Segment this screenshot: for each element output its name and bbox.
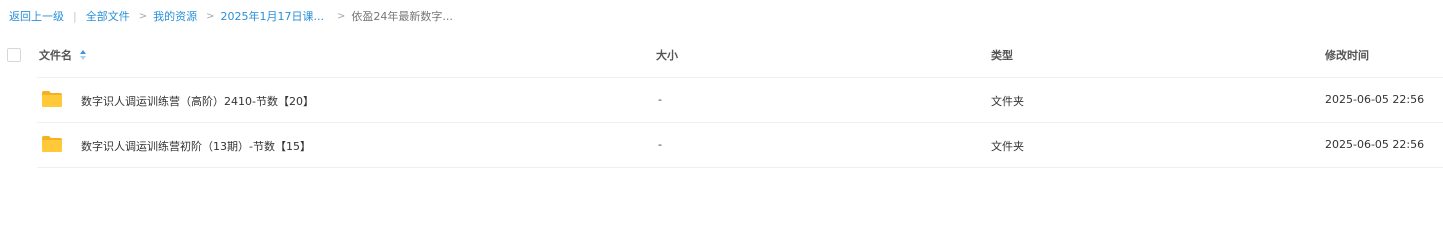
file-size: - (658, 138, 662, 151)
breadcrumb: 返回上一级 | 全部文件 > 我的资源 > 2025年1月17日课... > 依… (9, 7, 453, 25)
back-link[interactable]: 返回上一级 (9, 8, 64, 24)
chevron-right-icon: > (336, 10, 346, 22)
file-modified: 2025-06-05 22:56 (1325, 138, 1425, 151)
file-name[interactable]: 数字识人调运训练营初阶（13期）-节数【15】 (81, 138, 311, 154)
breadcrumb-course-folder[interactable]: 2025年1月17日课... (221, 8, 324, 24)
select-all-checkbox[interactable] (7, 48, 21, 62)
folder-icon (42, 136, 62, 152)
breadcrumb-my-resources[interactable]: 我的资源 (153, 8, 197, 24)
table-row[interactable]: 数字识人调运训练营（高阶）2410-节数【20】 - 文件夹 2025-06-0… (37, 77, 1443, 122)
column-header-type[interactable]: 类型 (991, 47, 1013, 63)
column-header-modified[interactable]: 修改时间 (1325, 47, 1369, 63)
column-header-size[interactable]: 大小 (656, 47, 678, 63)
column-header-name[interactable]: 文件名 (39, 47, 87, 63)
folder-icon (42, 91, 62, 107)
chevron-right-icon: > (206, 10, 215, 22)
file-type: 文件夹 (991, 140, 1024, 153)
file-size: - (658, 93, 662, 106)
file-modified: 2025-06-05 22:56 (1325, 93, 1425, 106)
column-header-name-label: 文件名 (39, 49, 72, 62)
file-type: 文件夹 (991, 95, 1024, 108)
table-row[interactable]: 数字识人调运训练营初阶（13期）-节数【15】 - 文件夹 2025-06-05… (37, 122, 1443, 168)
chevron-right-icon: > (138, 10, 148, 22)
breadcrumb-current-folder: 依盈24年最新数字... (351, 10, 453, 23)
sort-ascending-icon[interactable] (79, 49, 87, 61)
table-header: 文件名 大小 类型 修改时间 (0, 41, 1443, 71)
file-name[interactable]: 数字识人调运训练营（高阶）2410-节数【20】 (81, 93, 314, 109)
breadcrumb-divider: | (73, 9, 77, 23)
breadcrumb-all-files[interactable]: 全部文件 (86, 8, 130, 24)
